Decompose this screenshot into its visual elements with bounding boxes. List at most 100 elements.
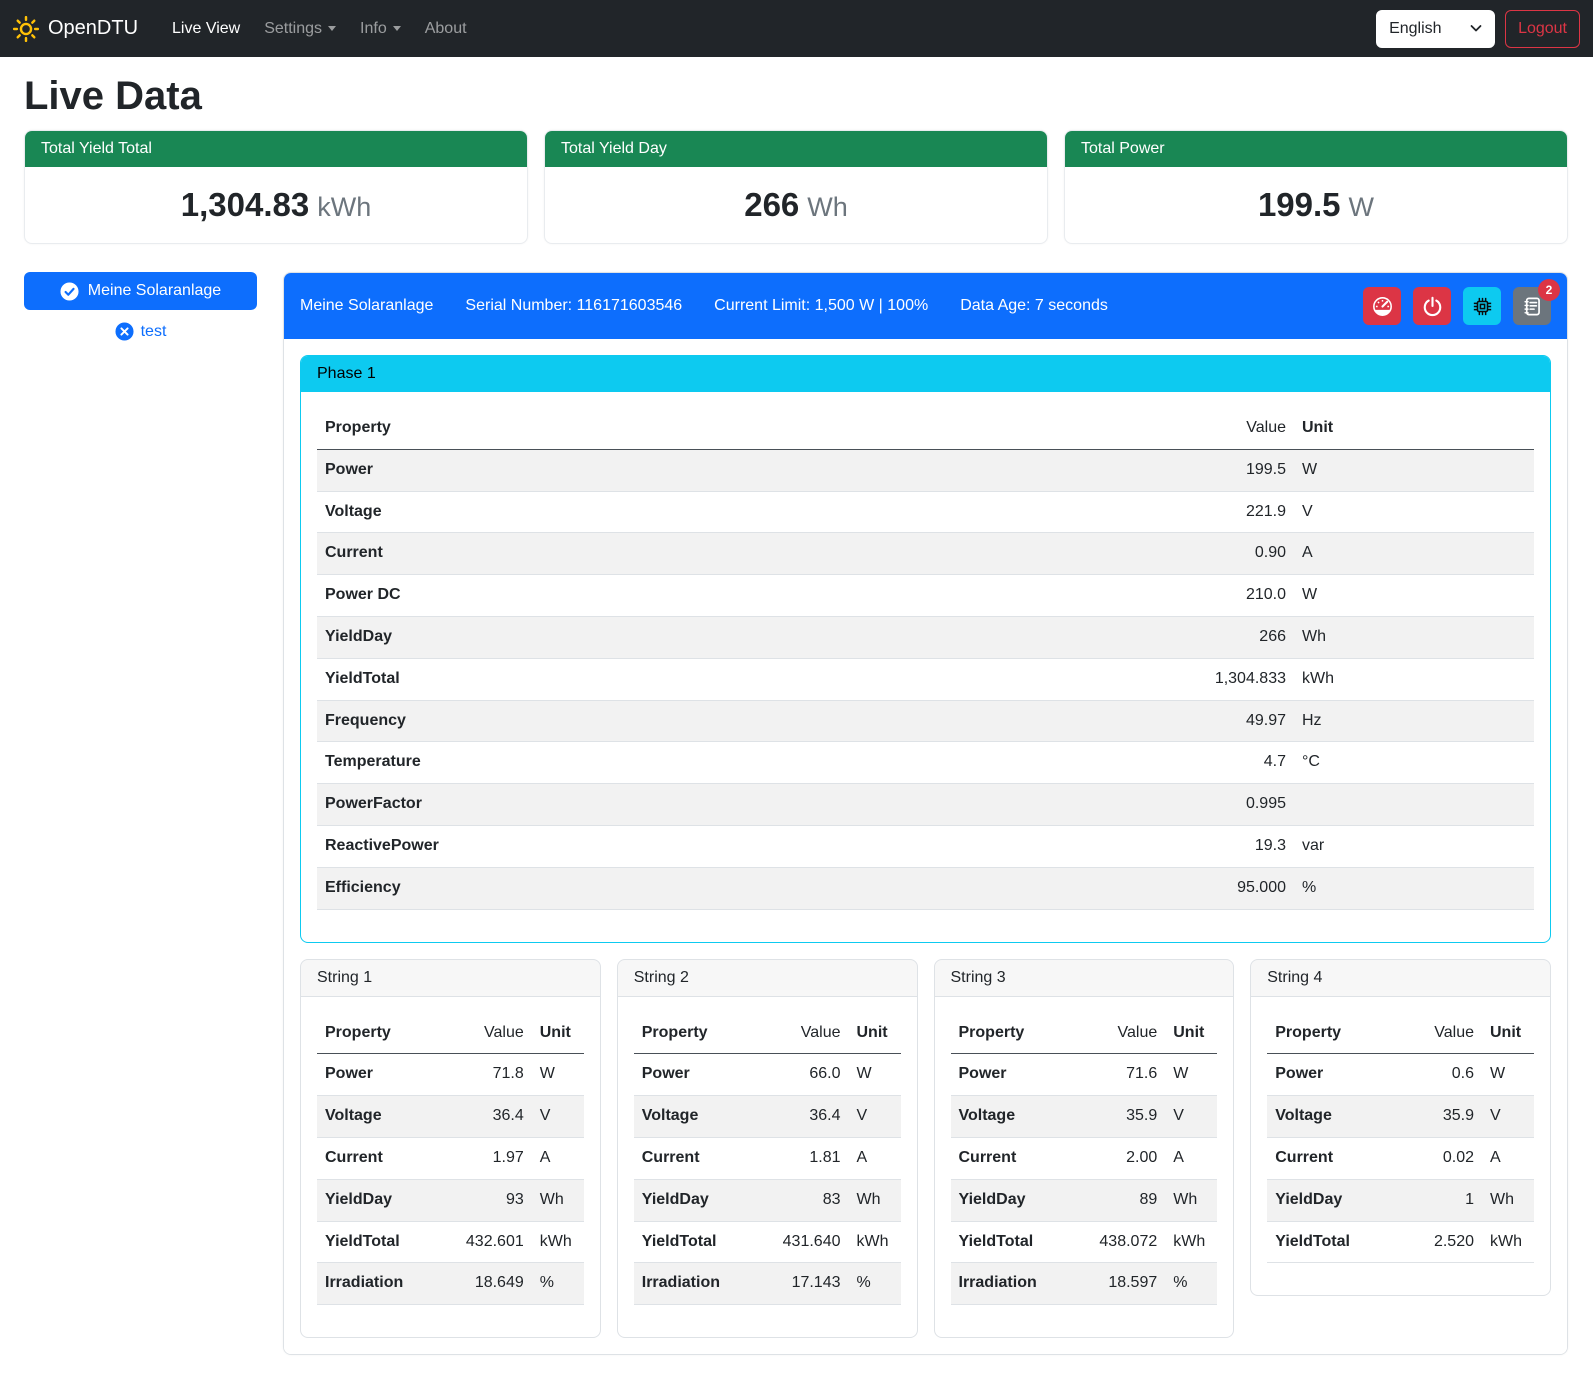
column-header-unit-cell: Unit — [1294, 408, 1534, 449]
nav-item-live-view[interactable]: Live View — [164, 12, 248, 46]
value-cell: 1.81 — [757, 1137, 849, 1179]
table-row: YieldTotal1,304.833kWh — [317, 658, 1534, 700]
inverter-card: Meine Solaranlage Serial Number: 1161716… — [283, 272, 1568, 1355]
sidebar-inverter-label: Meine Solaranlage — [88, 282, 221, 300]
language-select[interactable]: English — [1376, 10, 1495, 48]
property-cell: YieldDay — [317, 616, 1174, 658]
property-cell: YieldDay — [951, 1179, 1074, 1221]
value-cell: 49.97 — [1174, 700, 1294, 742]
table-row: YieldTotal432.601kWh — [317, 1221, 584, 1263]
power-icon — [1422, 296, 1443, 317]
unit-cell: var — [1294, 825, 1534, 867]
value-cell: 36.4 — [757, 1096, 849, 1138]
property-cell: Irradiation — [634, 1263, 757, 1305]
table-header-row: PropertyValueUnit — [951, 1013, 1218, 1054]
string-2-table: PropertyValueUnit Power66.0WVoltage36.4V… — [634, 1013, 901, 1306]
inverter-body: Phase 1 PropertyValueUnit Power199.5WVol… — [284, 339, 1567, 1354]
value-cell: 0.6 — [1390, 1054, 1482, 1096]
table-row: Efficiency95.000% — [317, 867, 1534, 909]
page-title: Live Data — [24, 72, 1568, 120]
phase-1-card: Phase 1 PropertyValueUnit Power199.5WVol… — [300, 355, 1551, 943]
device-info-button[interactable] — [1463, 287, 1501, 325]
caret-down-icon — [328, 26, 336, 31]
x-circle-icon — [115, 322, 134, 341]
value-cell: 438.072 — [1073, 1221, 1165, 1263]
event-count-badge: 2 — [1538, 279, 1560, 301]
table-body: Power66.0WVoltage36.4VCurrent1.81AYieldD… — [634, 1054, 901, 1305]
total-power-value: 199.5 — [1258, 186, 1341, 223]
property-cell: YieldTotal — [951, 1221, 1074, 1263]
table-header-row: PropertyValueUnit — [634, 1013, 901, 1054]
string-4-title: String 4 — [1251, 960, 1550, 997]
total-power-card: Total Power 199.5W — [1064, 130, 1568, 244]
value-cell: 17.143 — [757, 1263, 849, 1305]
unit-cell: A — [1294, 533, 1534, 575]
table-row: YieldDay89Wh — [951, 1179, 1218, 1221]
value-cell: 95.000 — [1174, 867, 1294, 909]
property-cell: Current — [317, 533, 1174, 575]
property-cell: Irradiation — [951, 1263, 1074, 1305]
unit-cell: Hz — [1294, 700, 1534, 742]
value-cell: 432.601 — [440, 1221, 532, 1263]
nav-item-info[interactable]: Info — [352, 12, 409, 46]
value-cell: 18.649 — [440, 1263, 532, 1305]
property-cell: Efficiency — [317, 867, 1174, 909]
string-2-body: PropertyValueUnit Power66.0WVoltage36.4V… — [618, 997, 917, 1338]
value-cell: 431.640 — [757, 1221, 849, 1263]
property-cell: Frequency — [317, 700, 1174, 742]
value-cell: 35.9 — [1390, 1096, 1482, 1138]
content-row: Meine Solaranlage test Meine Solaranlage… — [24, 272, 1568, 1355]
table-body: Power71.6WVoltage35.9VCurrent2.00AYieldD… — [951, 1054, 1218, 1305]
inverter-sidebar: Meine Solaranlage test — [24, 272, 257, 341]
table-row: Current1.97A — [317, 1137, 584, 1179]
value-cell: 0.995 — [1174, 784, 1294, 826]
brand[interactable]: OpenDTU — [13, 16, 138, 42]
table-row: YieldTotal2.520kWh — [1267, 1221, 1534, 1263]
speedometer-icon — [1372, 296, 1393, 317]
table-row: Current1.81A — [634, 1137, 901, 1179]
property-cell: Irradiation — [317, 1263, 440, 1305]
property-cell: YieldTotal — [317, 658, 1174, 700]
table-header-row: PropertyValueUnit — [317, 1013, 584, 1054]
property-cell: Voltage — [317, 491, 1174, 533]
value-cell: 89 — [1073, 1179, 1165, 1221]
table-row: Irradiation18.649% — [317, 1263, 584, 1305]
string-1-table: PropertyValueUnit Power71.8WVoltage36.4V… — [317, 1013, 584, 1306]
table-header-row: PropertyValueUnit — [1267, 1013, 1534, 1054]
value-cell: 83 — [757, 1179, 849, 1221]
table-row: Power71.8W — [317, 1054, 584, 1096]
property-cell: Voltage — [634, 1096, 757, 1138]
nav-item-settings-label: Settings — [264, 20, 322, 38]
string-1-title: String 1 — [301, 960, 600, 997]
total-yield-day-unit: Wh — [807, 192, 848, 222]
nav-item-settings[interactable]: Settings — [256, 12, 344, 46]
event-log-button[interactable]: 2 — [1513, 287, 1551, 325]
table-row: YieldDay266Wh — [317, 616, 1534, 658]
column-header-unit-cell: Unit — [1165, 1013, 1217, 1054]
limit-settings-button[interactable] — [1363, 287, 1401, 325]
value-cell: 66.0 — [757, 1054, 849, 1096]
table-row: Frequency49.97Hz — [317, 700, 1534, 742]
value-cell: 4.7 — [1174, 742, 1294, 784]
cpu-icon — [1472, 296, 1493, 317]
sidebar-inverter-meine-solaranlage[interactable]: Meine Solaranlage — [24, 272, 257, 310]
card-value-area: 1,304.83kWh — [25, 167, 527, 243]
value-cell: 210.0 — [1174, 575, 1294, 617]
property-cell: YieldTotal — [634, 1221, 757, 1263]
strings-row: String 1 PropertyValueUnit Power71.8WVol… — [300, 959, 1551, 1339]
property-cell: YieldDay — [634, 1179, 757, 1221]
unit-cell: °C — [1294, 742, 1534, 784]
phase-1-title: Phase 1 — [301, 356, 1550, 392]
table-row: Power199.5W — [317, 449, 1534, 491]
sidebar-inverter-test[interactable]: test — [24, 322, 257, 341]
power-button[interactable] — [1413, 287, 1451, 325]
table-row: Power71.6W — [951, 1054, 1218, 1096]
table-row: Irradiation17.143% — [634, 1263, 901, 1305]
page-container: Live Data Total Yield Total 1,304.83kWh … — [0, 57, 1593, 1382]
column-header-value-cell: Value — [1390, 1013, 1482, 1054]
table-row: Voltage221.9V — [317, 491, 1534, 533]
unit-cell: % — [1165, 1263, 1217, 1305]
table-row: YieldTotal431.640kWh — [634, 1221, 901, 1263]
logout-button[interactable]: Logout — [1505, 10, 1580, 48]
nav-item-about[interactable]: About — [417, 12, 475, 46]
